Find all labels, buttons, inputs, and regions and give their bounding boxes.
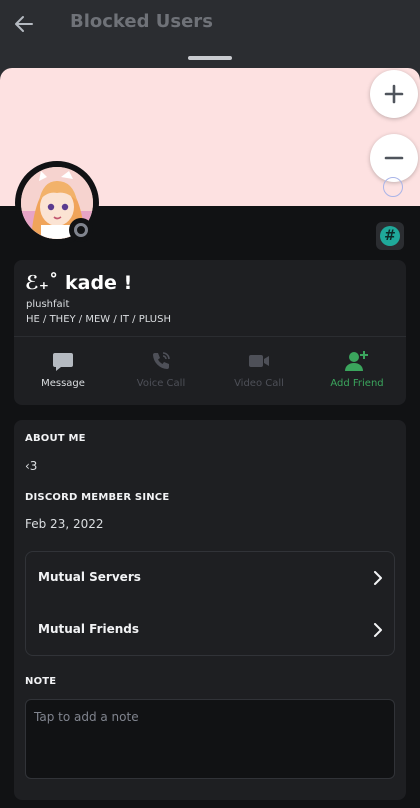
chat-bubble-icon <box>51 350 75 372</box>
sheet-drag-handle[interactable] <box>188 56 232 60</box>
mutuals-list: Mutual Servers Mutual Friends <box>25 551 395 656</box>
zoom-reset-indicator[interactable] <box>383 177 403 197</box>
add-friend-label: Add Friend <box>330 378 384 389</box>
arrow-left-icon <box>15 16 33 32</box>
mutual-servers-label: Mutual Servers <box>38 570 141 584</box>
note-placeholder: Tap to add a note <box>34 710 139 724</box>
mutual-friends-label: Mutual Friends <box>38 622 140 636</box>
note-input[interactable]: Tap to add a note <box>25 699 395 779</box>
hashtag-badge-icon: # <box>380 226 400 246</box>
add-friend-button[interactable]: Add Friend <box>308 340 406 400</box>
about-card: ABOUT ME ‹3 DISCORD MEMBER SINCE Feb 23,… <box>14 420 406 800</box>
phone-call-icon <box>149 350 173 372</box>
mutual-servers-row[interactable]: Mutual Servers <box>26 552 394 604</box>
display-name: ℰ₊˚ kade ! <box>25 272 133 294</box>
page-title: Blocked Users <box>70 11 213 32</box>
identity-card: ℰ₊˚ kade ! plushfait HE / THEY / MEW / I… <box>14 260 406 405</box>
zoom-in-button[interactable] <box>370 70 418 118</box>
voice-call-button[interactable]: Voice Call <box>112 340 210 400</box>
offline-status-icon <box>74 223 88 237</box>
about-me-text: ‹3 <box>25 459 38 473</box>
back-button[interactable] <box>12 12 36 36</box>
minus-icon <box>384 156 404 160</box>
divider <box>14 336 406 337</box>
about-me-title: ABOUT ME <box>25 433 86 444</box>
profile-sheet: # ℰ₊˚ kade ! plushfait HE / THEY / MEW /… <box>0 68 420 808</box>
mutual-friends-row[interactable]: Mutual Friends <box>26 604 394 656</box>
status-indicator <box>69 218 93 242</box>
member-since-title: DISCORD MEMBER SINCE <box>25 492 170 503</box>
video-call-button[interactable]: Video Call <box>210 340 308 400</box>
chevron-right-icon <box>374 571 382 585</box>
zoom-out-button[interactable] <box>370 134 418 182</box>
add-friend-icon <box>345 350 369 372</box>
chevron-right-icon <box>374 623 382 637</box>
action-bar: Message Voice Call Video Call Add Friend <box>14 340 406 400</box>
member-since-date: Feb 23, 2022 <box>25 517 104 531</box>
username: plushfait <box>26 299 70 310</box>
video-camera-icon <box>247 350 271 372</box>
message-label: Message <box>41 378 85 389</box>
voice-call-label: Voice Call <box>136 378 186 389</box>
plus-icon <box>384 84 404 104</box>
note-title: NOTE <box>25 676 57 687</box>
message-button[interactable]: Message <box>14 340 112 400</box>
video-call-label: Video Call <box>234 378 284 389</box>
profile-badge[interactable]: # <box>376 222 404 250</box>
pronouns: HE / THEY / MEW / IT / PLUSH <box>26 314 171 325</box>
top-bar: Blocked Users <box>0 0 420 48</box>
